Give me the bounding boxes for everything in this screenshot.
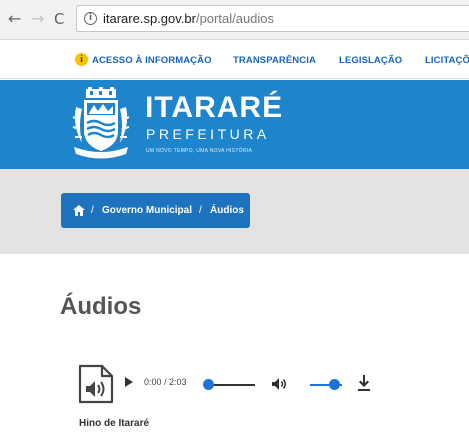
audio-time: 0:00 / 2:03 [144, 377, 187, 387]
info-badge-icon: i [75, 53, 88, 66]
link-licitacoes[interactable]: LICITAÇÕ [425, 55, 469, 66]
link-transparencia[interactable]: TRANSPARÊNCIA [233, 55, 316, 66]
progress-track[interactable] [207, 384, 255, 386]
url-text: itarare.sp.gov.br/portal/audios [103, 11, 274, 26]
breadcrumb: / Governo Municipal / Áudios [61, 193, 250, 228]
page-title: Áudios [60, 293, 142, 320]
volume-icon[interactable] [272, 377, 288, 391]
breadcrumb-strip: / Governo Municipal / Áudios [0, 169, 469, 254]
audio-file-icon [78, 364, 114, 404]
audio-title: Hino de Itararé [79, 418, 150, 429]
reload-button[interactable]: C [54, 11, 64, 27]
download-icon[interactable] [358, 375, 370, 391]
breadcrumb-item-governo-municipal[interactable]: Governo Municipal [102, 205, 192, 216]
browser-toolbar: ← → C i itarare.sp.gov.br/portal/audios [0, 0, 469, 40]
play-icon[interactable] [125, 377, 133, 387]
home-icon[interactable] [73, 205, 85, 216]
forward-button[interactable]: → [31, 11, 44, 27]
brand-subtitle: PREFEITURA [146, 126, 270, 142]
volume-thumb[interactable] [329, 379, 340, 390]
city-crest-logo[interactable] [70, 87, 132, 159]
breadcrumb-item-audios[interactable]: Áudios [210, 205, 244, 216]
header-banner: ITARARÉ PREFEITURA UM NOVO TEMPO, UMA NO… [0, 80, 469, 169]
back-button[interactable]: ← [8, 11, 21, 27]
brand-title: ITARARÉ [145, 91, 284, 124]
link-acesso-informacao[interactable]: ACESSO À INFORMAÇÃO [92, 55, 212, 66]
top-links-bar: i ACESSO À INFORMAÇÃO TRANSPARÊNCIA LEGI… [0, 41, 469, 79]
breadcrumb-separator: / [199, 205, 202, 216]
breadcrumb-separator: / [91, 205, 94, 216]
info-icon[interactable]: i [84, 12, 97, 25]
url-host: itarare.sp.gov.br [103, 11, 196, 26]
link-legislacao[interactable]: LEGISLAÇÃO [339, 55, 402, 66]
progress-thumb[interactable] [203, 379, 214, 390]
address-bar[interactable]: i itarare.sp.gov.br/portal/audios [76, 5, 469, 32]
audio-player: 0:00 / 2:03 [120, 370, 380, 400]
url-path: /portal/audios [195, 11, 275, 26]
brand-tagline: UM NOVO TEMPO, UMA NOVA HISTÓRIA [146, 148, 253, 154]
